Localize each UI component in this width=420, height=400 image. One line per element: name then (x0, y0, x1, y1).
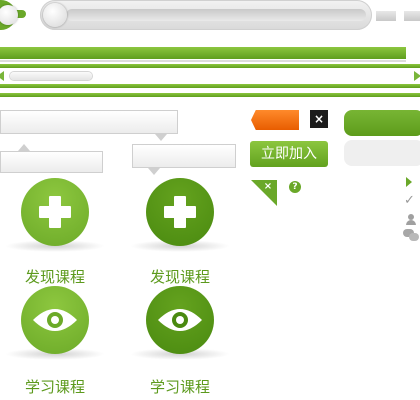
mini-bar-2 (404, 11, 420, 21)
knob-handle (0, 5, 18, 25)
mini-bar-1 (376, 11, 396, 21)
tooltip-pointer-down (155, 134, 167, 141)
bar-divider (0, 60, 406, 62)
join-button[interactable]: 立即加入 (250, 141, 328, 167)
course-learn-dark[interactable]: 学习课程 (130, 286, 230, 397)
green-progress-bar (0, 47, 406, 59)
chat-icon (403, 229, 419, 241)
pill-button-gray[interactable] (344, 140, 420, 166)
help-icon[interactable]: ? (289, 181, 301, 193)
arrow-left-icon[interactable] (0, 71, 4, 81)
arrow-right-icon[interactable] (414, 71, 420, 81)
eye-icon (21, 286, 89, 354)
course-label: 学习课程 (24, 378, 85, 396)
orange-tag[interactable] (251, 110, 299, 130)
tooltip-box-medium (132, 144, 236, 168)
plus-icon (146, 178, 214, 246)
green-accent-rule (0, 93, 420, 97)
slider-track[interactable] (40, 0, 372, 30)
close-icon[interactable]: × (262, 181, 274, 193)
tooltip-box-large (0, 110, 178, 134)
close-icon[interactable]: × (310, 110, 328, 128)
green-bottom-rule (0, 84, 420, 88)
tooltip-box-small (0, 151, 103, 173)
plus-icon (21, 178, 89, 246)
slider-groove (66, 9, 366, 21)
course-label: 学习课程 (149, 378, 210, 396)
tooltip-pointer-down-2 (148, 168, 160, 175)
course-label: 发现课程 (24, 268, 85, 286)
tooltip-pointer-up (18, 144, 30, 151)
course-discover-light[interactable]: 发现课程 (5, 178, 105, 287)
green-top-rule (0, 64, 420, 68)
user-icon (406, 214, 416, 225)
play-icon[interactable] (406, 177, 412, 187)
check-icon: ✓ (404, 193, 415, 208)
eye-icon (146, 286, 214, 354)
course-discover-dark[interactable]: 发现课程 (130, 178, 230, 287)
pill-button-green[interactable] (344, 110, 420, 136)
progress-start-knob[interactable] (0, 0, 38, 30)
course-learn-light[interactable]: 学习课程 (5, 286, 105, 397)
course-label: 发现课程 (149, 268, 210, 286)
scroll-rail[interactable] (10, 72, 92, 80)
slider-handle[interactable] (43, 3, 67, 27)
